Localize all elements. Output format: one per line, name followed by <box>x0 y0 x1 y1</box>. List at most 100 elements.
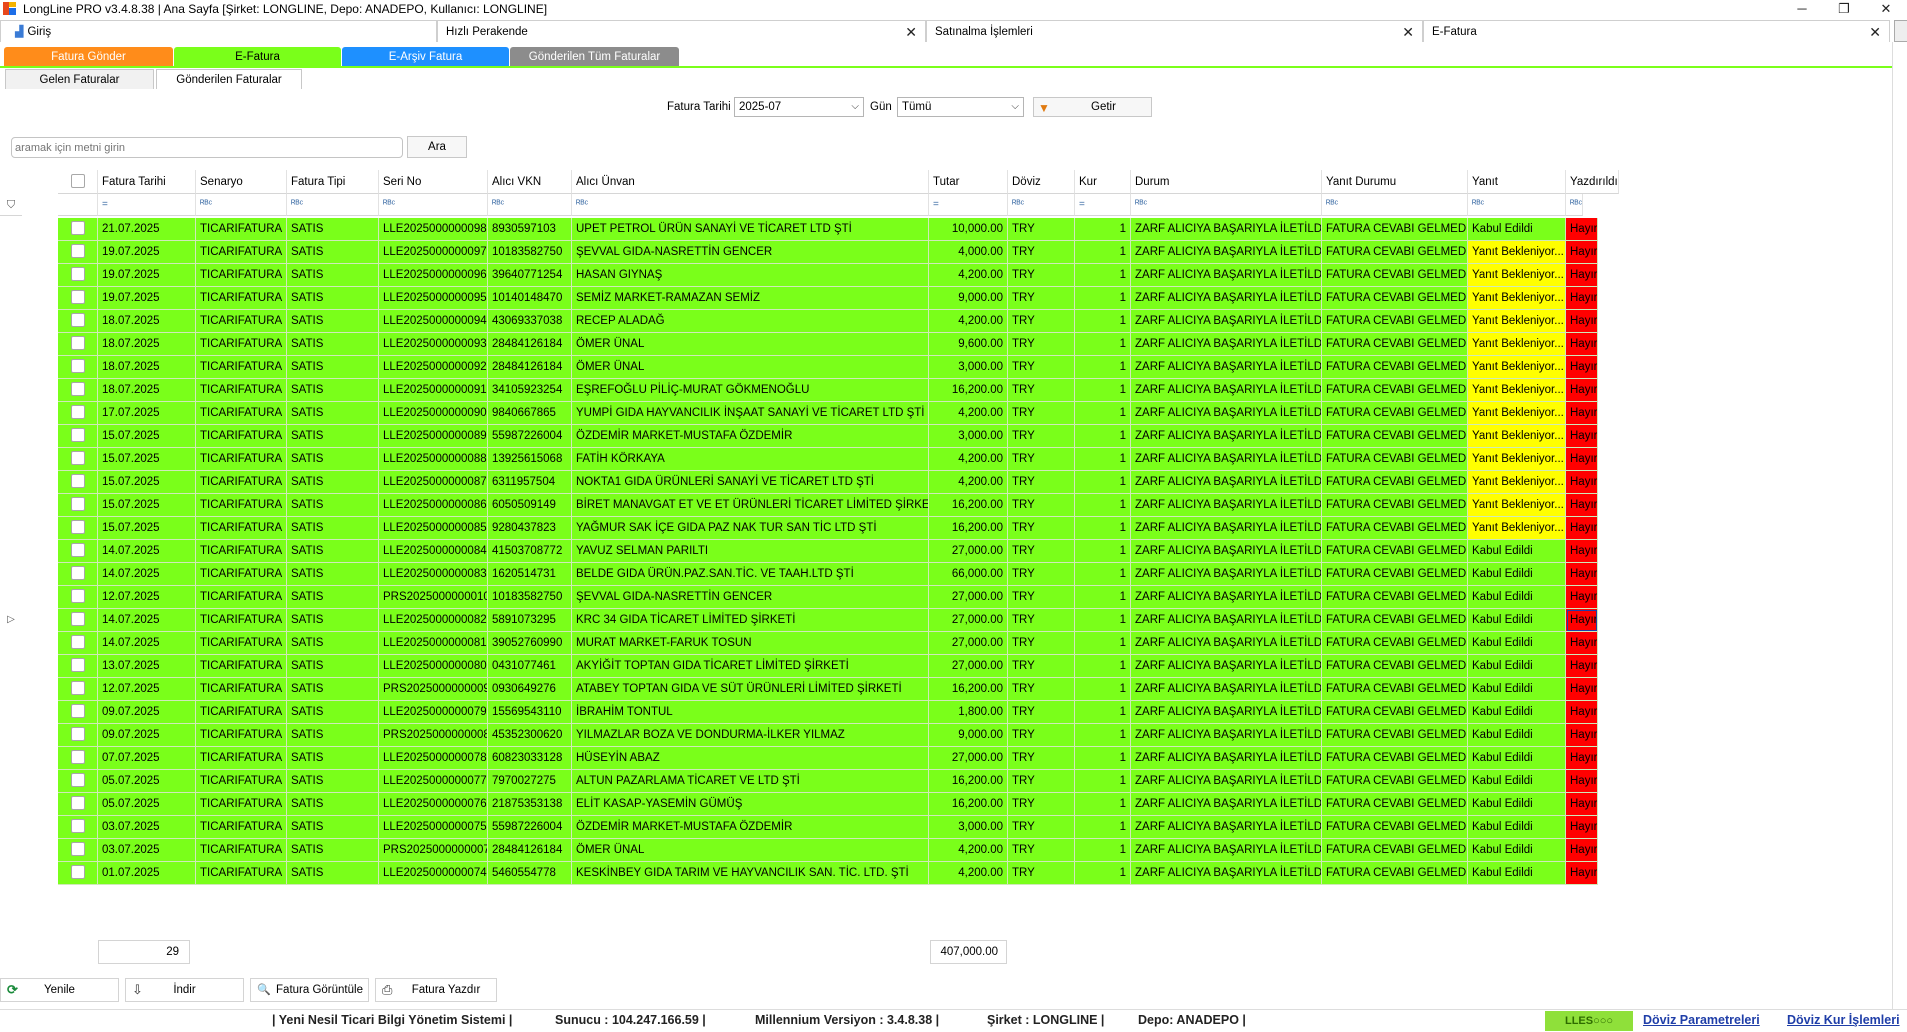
row-checkbox[interactable] <box>70 335 85 350</box>
column-filter-yazdirildi[interactable]: ᴿᴮᶜ <box>1566 194 1584 216</box>
row-indicator[interactable] <box>0 517 22 540</box>
close-window-button[interactable]: ✕ <box>1865 0 1907 18</box>
row-indicator[interactable] <box>0 471 22 494</box>
tab-e-fatura[interactable]: E-Fatura <box>174 47 341 67</box>
row-indicator[interactable] <box>0 218 22 241</box>
doc-tab-giris[interactable]: ▟ Giriş <box>0 20 437 42</box>
row-select-cell[interactable] <box>58 517 98 540</box>
row-indicator[interactable] <box>0 287 22 310</box>
row-select-cell[interactable] <box>58 632 98 655</box>
column-filter-fatura-tarihi[interactable]: = <box>98 194 196 216</box>
row-checkbox[interactable] <box>70 427 85 442</box>
column-header-yanit[interactable]: Yanıt <box>1468 170 1566 194</box>
row-indicator[interactable] <box>0 540 22 563</box>
close-tab-icon[interactable]: ✕ <box>905 21 917 43</box>
row-checkbox[interactable] <box>70 358 85 373</box>
row-indicator[interactable] <box>0 770 22 793</box>
row-indicator[interactable] <box>0 632 22 655</box>
row-indicator[interactable] <box>0 724 22 747</box>
row-indicator[interactable] <box>0 678 22 701</box>
row-select-cell[interactable] <box>58 793 98 816</box>
row-checkbox[interactable] <box>70 312 85 327</box>
row-checkbox[interactable] <box>70 726 85 741</box>
row-checkbox[interactable] <box>70 381 85 396</box>
row-checkbox[interactable] <box>70 772 85 787</box>
row-indicator[interactable] <box>0 356 22 379</box>
close-tab-icon[interactable]: ✕ <box>1869 21 1881 43</box>
row-checkbox[interactable] <box>70 588 85 603</box>
print-invoice-button[interactable]: ⎙ Fatura Yazdır <box>375 978 497 1002</box>
column-header-yanit-durumu[interactable]: Yanıt Durumu <box>1322 170 1468 194</box>
row-select-cell[interactable] <box>58 333 98 356</box>
column-filter-yanit[interactable]: ᴿᴮᶜ <box>1468 194 1566 216</box>
view-invoice-button[interactable]: 🔍 Fatura Görüntüle <box>250 978 369 1002</box>
column-filter-kur[interactable]: = <box>1075 194 1131 216</box>
row-indicator[interactable] <box>0 655 22 678</box>
currency-parameters-link[interactable]: Döviz Parametreleri <box>1643 1013 1760 1027</box>
row-indicator[interactable] <box>0 448 22 471</box>
row-indicator[interactable] <box>0 494 22 517</box>
tab-gonderilen-tum-faturalar[interactable]: Gönderilen Tüm Faturalar <box>510 47 679 67</box>
column-header-senaryo[interactable]: Senaryo <box>196 170 287 194</box>
row-checkbox[interactable] <box>70 818 85 833</box>
column-filter-alici-vkn[interactable]: ᴿᴮᶜ <box>488 194 572 216</box>
row-indicator[interactable]: ▷ <box>0 609 22 632</box>
row-select-cell[interactable] <box>58 540 98 563</box>
column-filter-doviz[interactable]: ᴿᴮᶜ <box>1008 194 1075 216</box>
row-select-cell[interactable] <box>58 471 98 494</box>
row-checkbox[interactable] <box>70 634 85 649</box>
doc-tab-e-fatura[interactable]: E-Fatura ✕ <box>1423 20 1890 42</box>
column-header-kur[interactable]: Kur <box>1075 170 1131 194</box>
row-checkbox[interactable] <box>70 266 85 281</box>
column-header-durum[interactable]: Durum <box>1131 170 1322 194</box>
row-select-cell[interactable] <box>58 310 98 333</box>
column-filter-senaryo[interactable]: ᴿᴮᶜ <box>196 194 287 216</box>
fetch-button[interactable]: ▼ Getir <box>1033 97 1152 117</box>
date-select[interactable]: 2025-07 ⌵ <box>734 97 864 117</box>
column-filter-tutar[interactable]: = <box>929 194 1008 216</box>
row-indicator[interactable] <box>0 310 22 333</box>
row-checkbox[interactable] <box>70 496 85 511</box>
row-indicator[interactable] <box>0 563 22 586</box>
row-select-cell[interactable] <box>58 379 98 402</box>
column-filter-seri-no[interactable]: ᴿᴮᶜ <box>379 194 488 216</box>
row-select-cell[interactable] <box>58 563 98 586</box>
row-select-cell[interactable] <box>58 494 98 517</box>
column-header-doviz[interactable]: Döviz <box>1008 170 1075 194</box>
row-select-cell[interactable] <box>58 218 98 241</box>
restore-button[interactable]: ❐ <box>1823 0 1865 18</box>
row-select-cell[interactable] <box>58 862 98 885</box>
row-select-cell[interactable] <box>58 448 98 471</box>
row-select-cell[interactable] <box>58 241 98 264</box>
row-select-cell[interactable] <box>58 678 98 701</box>
row-select-cell[interactable] <box>58 609 98 632</box>
row-checkbox[interactable] <box>70 473 85 488</box>
row-indicator[interactable] <box>0 747 22 770</box>
column-filter-select-all[interactable] <box>58 194 98 216</box>
row-select-cell[interactable] <box>58 724 98 747</box>
row-indicator[interactable] <box>0 425 22 448</box>
row-checkbox[interactable] <box>70 657 85 672</box>
row-select-cell[interactable] <box>58 586 98 609</box>
row-indicator[interactable] <box>0 586 22 609</box>
row-checkbox[interactable] <box>70 404 85 419</box>
tab-e-arsiv-fatura[interactable]: E-Arşiv Fatura <box>342 47 509 67</box>
column-filter-durum[interactable]: ᴿᴮᶜ <box>1131 194 1322 216</box>
row-indicator[interactable] <box>0 793 22 816</box>
row-checkbox[interactable] <box>70 450 85 465</box>
row-checkbox[interactable] <box>70 565 85 580</box>
tab-gelen-faturalar[interactable]: Gelen Faturalar <box>5 69 154 89</box>
column-header-select-all[interactable] <box>58 170 98 194</box>
row-select-cell[interactable] <box>58 425 98 448</box>
refresh-button[interactable]: ⟳ Yenile <box>0 978 119 1002</box>
column-header-yazdirildi[interactable]: Yazdırıldı <box>1566 170 1619 194</box>
select-all-checkbox[interactable] <box>70 173 85 188</box>
tab-scroll-button[interactable] <box>1894 20 1907 42</box>
row-select-cell[interactable] <box>58 356 98 379</box>
row-select-cell[interactable] <box>58 655 98 678</box>
row-checkbox[interactable] <box>70 542 85 557</box>
minimize-button[interactable]: ─ <box>1781 0 1823 18</box>
row-checkbox[interactable] <box>70 795 85 810</box>
row-indicator[interactable] <box>0 816 22 839</box>
row-checkbox[interactable] <box>70 703 85 718</box>
